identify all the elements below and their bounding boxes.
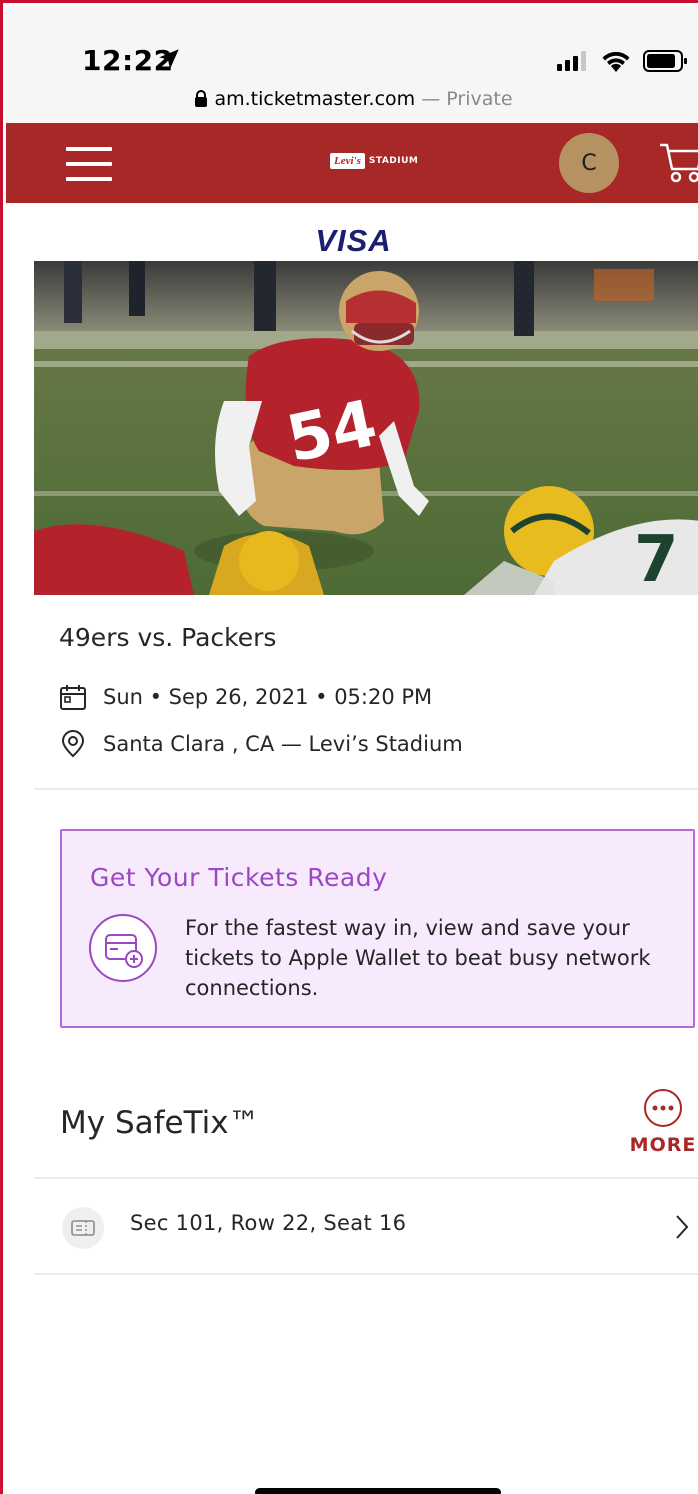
more-button[interactable]: MORE bbox=[625, 1088, 698, 1156]
map-pin-icon bbox=[61, 730, 85, 758]
cart-icon[interactable] bbox=[658, 141, 698, 185]
event-datetime-row: Sun • Sep 26, 2021 • 05:20 PM bbox=[59, 683, 432, 711]
venue-logo[interactable]: Levi's STADIUM bbox=[330, 153, 418, 169]
app-frame: 12:22 am.ticketmaster.com — Private Levi… bbox=[0, 0, 698, 1494]
private-mode-label: — Private bbox=[421, 88, 513, 110]
signal-icon bbox=[557, 51, 586, 71]
battery-icon bbox=[643, 50, 687, 72]
sponsor-logo: VISA bbox=[315, 223, 392, 258]
ticket-row[interactable]: Sec 101, Row 22, Seat 16 bbox=[34, 1179, 698, 1275]
event-hero-image: 54 7 bbox=[34, 261, 698, 595]
hamburger-icon[interactable] bbox=[66, 147, 112, 181]
logo-venue: STADIUM bbox=[368, 156, 419, 166]
sponsor-banner: VISA bbox=[6, 203, 698, 261]
event-location-row: Santa Clara , CA — Levi’s Stadium bbox=[59, 730, 463, 758]
event-title: 49ers vs. Packers bbox=[59, 623, 277, 652]
more-dots-icon bbox=[644, 1089, 682, 1127]
divider bbox=[34, 788, 698, 790]
url-domain: am.ticketmaster.com bbox=[214, 88, 416, 110]
divider bbox=[34, 1273, 698, 1275]
home-indicator[interactable] bbox=[255, 1488, 501, 1494]
wifi-icon bbox=[602, 51, 630, 72]
wallet-add-icon bbox=[89, 914, 157, 982]
lock-icon bbox=[195, 90, 208, 107]
tickets-ready-banner[interactable]: Get Your Tickets Ready For the fastest w… bbox=[60, 829, 695, 1028]
event-location: Santa Clara , CA — Levi’s Stadium bbox=[103, 732, 463, 756]
ticket-seat-label: Sec 101, Row 22, Seat 16 bbox=[130, 1211, 407, 1235]
logo-brand: Levi's bbox=[330, 153, 365, 169]
app-header: Levi's STADIUM C bbox=[6, 123, 698, 203]
calendar-icon bbox=[60, 685, 86, 710]
promo-body: For the fastest way in, view and save yo… bbox=[185, 916, 651, 1000]
promo-title: Get Your Tickets Ready bbox=[90, 863, 388, 892]
status-bar: 12:22 am.ticketmaster.com — Private bbox=[6, 6, 698, 123]
safetix-title: My SafeTix™ bbox=[60, 1105, 260, 1141]
event-datetime: Sun • Sep 26, 2021 • 05:20 PM bbox=[103, 685, 433, 709]
address-bar[interactable]: am.ticketmaster.com — Private bbox=[6, 88, 698, 110]
chevron-right-icon bbox=[676, 1215, 689, 1239]
ticket-icon bbox=[62, 1207, 104, 1249]
avatar[interactable]: C bbox=[559, 133, 619, 193]
system-icons bbox=[557, 48, 687, 74]
location-arrow-icon bbox=[159, 49, 179, 69]
more-label: MORE bbox=[629, 1134, 697, 1156]
svg-text:7: 7 bbox=[634, 523, 679, 595]
